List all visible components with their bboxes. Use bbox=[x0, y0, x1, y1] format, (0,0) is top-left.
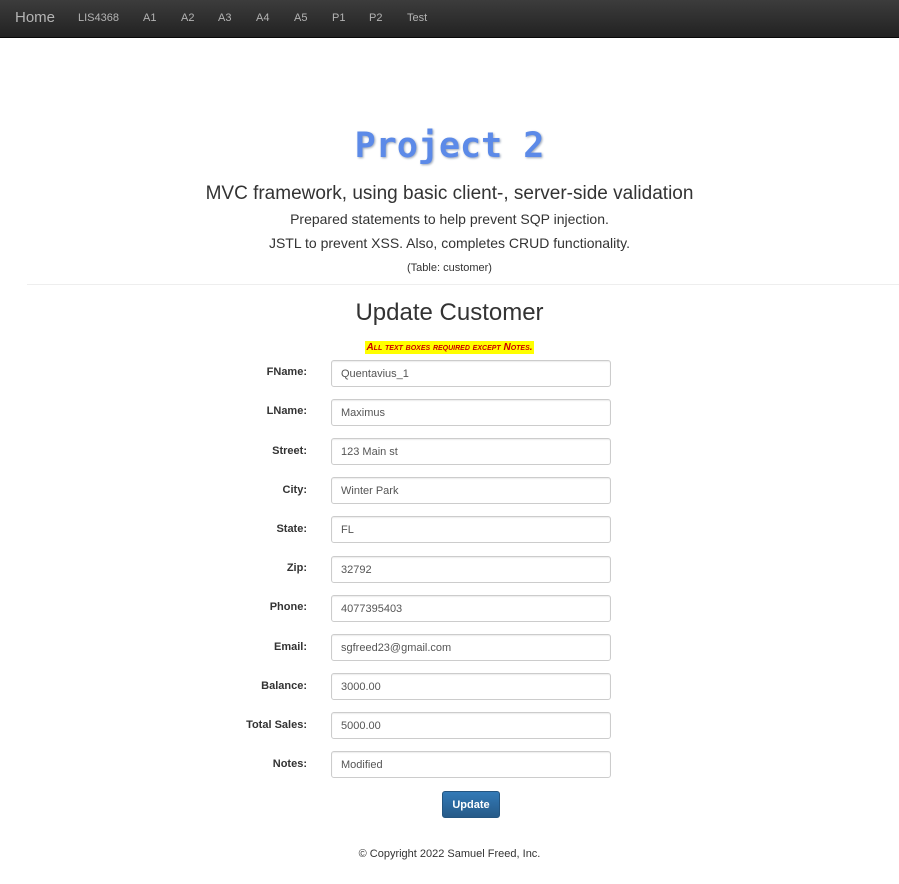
phone-label: Phone: bbox=[269, 601, 307, 613]
form-title: Update Customer bbox=[355, 299, 544, 326]
nav-item-a1[interactable]: A1 bbox=[143, 12, 156, 24]
header-divider bbox=[27, 284, 899, 285]
nav-item-a2[interactable]: A2 bbox=[181, 12, 194, 24]
city-label: City: bbox=[282, 484, 307, 496]
page-subtitle: MVC framework, using basic client-, serv… bbox=[205, 183, 694, 204]
zip-input[interactable] bbox=[331, 556, 611, 583]
nav-item-p1[interactable]: P1 bbox=[332, 12, 345, 24]
nav-item-p2[interactable]: P2 bbox=[369, 12, 382, 24]
nav-item-a4[interactable]: A4 bbox=[256, 12, 269, 24]
total-sales-input[interactable] bbox=[331, 712, 611, 739]
lname-label: LName: bbox=[266, 405, 307, 417]
notes-input[interactable] bbox=[331, 751, 611, 778]
nav-item-a3[interactable]: A3 bbox=[218, 12, 231, 24]
lname-input[interactable] bbox=[331, 399, 611, 426]
state-input[interactable] bbox=[331, 516, 611, 543]
balance-label: Balance: bbox=[261, 680, 307, 692]
footer-copyright: © Copyright 2022 Samuel Freed, Inc. bbox=[358, 848, 541, 860]
required-note: All text boxes required except Notes. bbox=[365, 341, 534, 354]
phone-input[interactable] bbox=[331, 595, 611, 622]
table-note: (Table: customer) bbox=[407, 262, 492, 274]
zip-label: Zip: bbox=[286, 562, 307, 574]
nav-home-link[interactable]: Home bbox=[15, 9, 55, 26]
email-label: Email: bbox=[273, 641, 307, 653]
total-sales-label: Total Sales: bbox=[246, 719, 307, 731]
fname-input[interactable] bbox=[331, 360, 611, 387]
nav-item-a5[interactable]: A5 bbox=[294, 12, 307, 24]
nav-item-lis4368[interactable]: LIS4368 bbox=[78, 12, 119, 24]
email-input[interactable] bbox=[331, 634, 611, 661]
state-label: State: bbox=[276, 523, 307, 535]
page-title: Project 2 bbox=[354, 126, 545, 166]
notes-label: Notes: bbox=[272, 758, 307, 770]
required-note-wrap: All text boxes required except Notes. bbox=[0, 337, 899, 355]
city-input[interactable] bbox=[331, 477, 611, 504]
balance-input[interactable] bbox=[331, 673, 611, 700]
description-line-2: JSTL to prevent XSS. Also, completes CRU… bbox=[268, 235, 631, 251]
street-input[interactable] bbox=[331, 438, 611, 465]
street-label: Street: bbox=[272, 445, 307, 457]
top-navbar: Home LIS4368 A1 A2 A3 A4 A5 P1 P2 Test bbox=[0, 0, 899, 38]
nav-item-test[interactable]: Test bbox=[407, 12, 427, 24]
description-line-1: Prepared statements to help prevent SQP … bbox=[290, 211, 609, 227]
fname-label: FName: bbox=[266, 366, 307, 378]
update-button[interactable]: Update bbox=[442, 791, 500, 818]
